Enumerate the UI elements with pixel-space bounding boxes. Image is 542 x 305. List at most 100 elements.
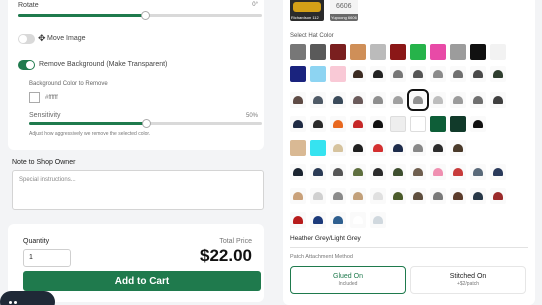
color-swatch[interactable]: [390, 164, 406, 180]
color-swatch[interactable]: [350, 66, 366, 82]
color-swatch[interactable]: [450, 188, 466, 204]
bg-color-picker[interactable]: [29, 92, 40, 103]
rotate-slider-thumb[interactable]: [140, 11, 150, 20]
color-swatch[interactable]: [410, 44, 426, 60]
color-swatch[interactable]: [407, 89, 429, 111]
color-swatch[interactable]: [330, 44, 346, 60]
color-swatch[interactable]: [310, 188, 326, 204]
color-swatch[interactable]: [370, 44, 386, 60]
color-swatch[interactable]: [290, 44, 306, 60]
color-swatch[interactable]: [310, 92, 326, 108]
color-swatch[interactable]: [310, 212, 326, 228]
color-swatch[interactable]: [290, 164, 306, 180]
color-swatch[interactable]: [450, 92, 466, 108]
color-swatch[interactable]: [430, 140, 446, 156]
move-image-toggle[interactable]: [18, 34, 35, 44]
chat-widget-button[interactable]: [0, 291, 55, 305]
color-swatch[interactable]: [490, 66, 506, 82]
color-swatch[interactable]: [310, 66, 326, 82]
remove-background-toggle[interactable]: [18, 60, 35, 70]
bg-color-value: #ffffff: [45, 95, 58, 101]
color-swatch[interactable]: [370, 164, 386, 180]
color-swatch[interactable]: [290, 116, 306, 132]
color-swatch[interactable]: [370, 212, 386, 228]
color-swatch[interactable]: [370, 188, 386, 204]
color-swatch[interactable]: [430, 188, 446, 204]
rotate-label: Rotate: [18, 2, 39, 9]
color-swatch[interactable]: [450, 66, 466, 82]
color-swatch[interactable]: [390, 188, 406, 204]
sensitivity-slider[interactable]: [29, 119, 262, 128]
patch-option-stitched[interactable]: Stitched On +$2/patch: [410, 266, 526, 294]
color-swatch[interactable]: [330, 188, 346, 204]
note-textarea[interactable]: Special instructions...: [12, 170, 264, 210]
color-swatch[interactable]: [330, 66, 346, 82]
thumbnail-yupoong[interactable]: 6606 Yupoong 6606: [330, 0, 358, 21]
patch-option-glued[interactable]: Glued On Included: [290, 266, 406, 294]
color-swatch[interactable]: [330, 140, 346, 156]
color-swatch[interactable]: [330, 212, 346, 228]
color-swatch[interactable]: [430, 44, 446, 60]
color-swatch[interactable]: [470, 188, 486, 204]
color-swatch[interactable]: [310, 140, 326, 156]
color-swatch[interactable]: [410, 66, 426, 82]
color-swatch[interactable]: [450, 44, 466, 60]
color-swatch[interactable]: [370, 140, 386, 156]
color-swatch[interactable]: [330, 164, 346, 180]
color-swatch[interactable]: [370, 116, 386, 132]
color-swatch[interactable]: [430, 164, 446, 180]
quantity-input[interactable]: 1: [23, 249, 71, 267]
color-swatch[interactable]: [370, 66, 386, 82]
color-swatch[interactable]: [450, 140, 466, 156]
add-to-cart-button[interactable]: Add to Cart: [23, 271, 261, 291]
move-arrows-icon: ✥: [38, 33, 46, 43]
color-swatch[interactable]: [290, 92, 306, 108]
color-swatch[interactable]: [290, 188, 306, 204]
color-swatch[interactable]: [470, 116, 486, 132]
color-swatch[interactable]: [390, 44, 406, 60]
color-swatch[interactable]: [450, 164, 466, 180]
color-swatch[interactable]: [350, 92, 366, 108]
thumbnail-richardson[interactable]: Richardson 112: [290, 0, 324, 21]
color-swatch[interactable]: [430, 92, 446, 108]
color-swatch[interactable]: [430, 116, 446, 132]
color-swatch[interactable]: [390, 140, 406, 156]
thumbnail-caption: Richardson 112: [291, 15, 319, 20]
color-swatch[interactable]: [310, 44, 326, 60]
color-swatch[interactable]: [370, 92, 386, 108]
color-swatch[interactable]: [410, 164, 426, 180]
color-swatch[interactable]: [430, 66, 446, 82]
color-swatch[interactable]: [470, 164, 486, 180]
color-swatch[interactable]: [490, 164, 506, 180]
color-swatch[interactable]: [470, 66, 486, 82]
dot-icon: [14, 300, 17, 304]
color-swatch[interactable]: [350, 140, 366, 156]
color-swatch[interactable]: [470, 44, 486, 60]
color-swatch[interactable]: [330, 116, 346, 132]
color-swatch[interactable]: [350, 164, 366, 180]
color-swatch[interactable]: [490, 188, 506, 204]
color-swatch[interactable]: [350, 116, 366, 132]
sensitivity-slider-thumb[interactable]: [141, 119, 151, 128]
color-swatch[interactable]: [310, 116, 326, 132]
color-swatch[interactable]: [450, 116, 466, 132]
color-swatch[interactable]: [410, 188, 426, 204]
color-swatch[interactable]: [410, 116, 426, 132]
color-swatch[interactable]: [410, 140, 426, 156]
rotate-slider-fill: [18, 14, 145, 17]
color-swatch[interactable]: [390, 66, 406, 82]
color-swatch[interactable]: [390, 116, 406, 132]
rotate-slider[interactable]: [18, 11, 262, 20]
color-swatch[interactable]: [350, 44, 366, 60]
color-swatch[interactable]: [470, 92, 486, 108]
color-swatch[interactable]: [310, 164, 326, 180]
color-swatch[interactable]: [490, 92, 506, 108]
color-swatch[interactable]: [330, 92, 346, 108]
color-swatch[interactable]: [390, 92, 406, 108]
color-swatch[interactable]: [350, 188, 366, 204]
color-swatch[interactable]: [350, 212, 366, 228]
color-swatch[interactable]: [290, 212, 306, 228]
color-swatch[interactable]: [490, 44, 506, 60]
color-swatch[interactable]: [290, 140, 306, 156]
color-swatch[interactable]: [290, 66, 306, 82]
